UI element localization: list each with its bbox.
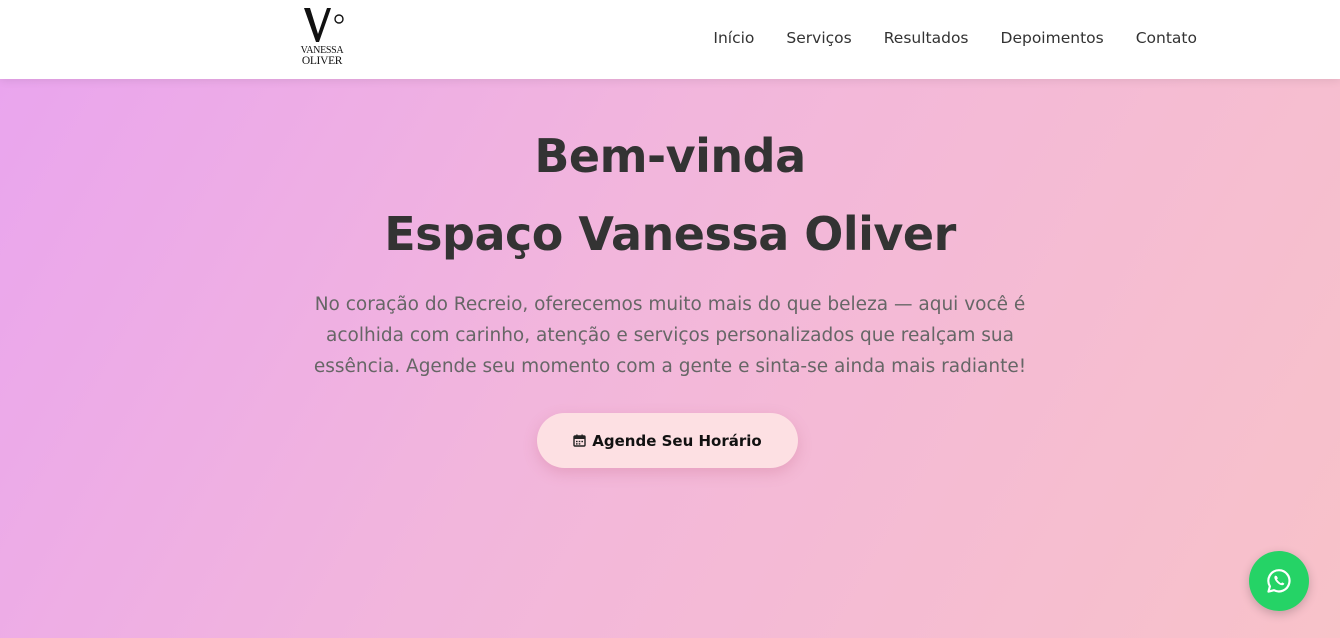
nav-item-resultados[interactable]: Resultados <box>884 27 969 49</box>
schedule-button-label: Agende Seu Horário <box>592 431 762 450</box>
whatsapp-icon <box>1267 569 1291 593</box>
logo-monogram-icon <box>304 8 344 42</box>
hero-title-line-2: Espaço Vanessa Oliver <box>384 207 956 261</box>
calendar-icon <box>573 434 586 447</box>
nav-item-servicos[interactable]: Serviços <box>786 27 851 49</box>
logo-text: VANESSA OLIVER <box>298 46 346 67</box>
hero-section: Bem-vinda Espaço Vanessa Oliver No coraç… <box>0 79 1340 638</box>
main-nav: Início Serviços Resultados Depoimentos C… <box>713 27 1197 49</box>
whatsapp-button[interactable] <box>1249 551 1309 611</box>
nav-item-contato[interactable]: Contato <box>1136 27 1197 49</box>
logo[interactable]: VANESSA OLIVER <box>296 6 348 68</box>
nav-item-depoimentos[interactable]: Depoimentos <box>1001 27 1104 49</box>
hero-description: No coração do Recreio, oferecemos muito … <box>313 294 1027 377</box>
schedule-button[interactable]: Agende Seu Horário <box>537 413 798 468</box>
nav-item-inicio[interactable]: Início <box>713 27 754 49</box>
site-header: VANESSA OLIVER Início Serviços Resultado… <box>0 0 1340 79</box>
hero-title-line-1: Bem-vinda <box>534 129 806 183</box>
logo-line-2: OLIVER <box>301 55 343 67</box>
